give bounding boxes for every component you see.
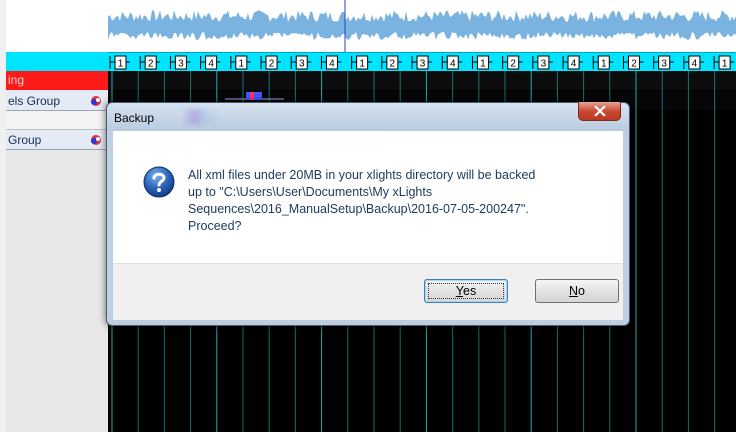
dialog-title: Backup — [114, 111, 155, 125]
dialog-message: All xml files under 20MB in your xlights… — [188, 167, 536, 235]
timing-mark-label: 1 — [239, 59, 245, 70]
row-headings-panel: ing els Group Group — [6, 0, 108, 432]
timing-mark-label: 1 — [118, 59, 124, 70]
timing-mark-label: 4 — [450, 59, 456, 70]
timing-row-label[interactable]: ing — [6, 71, 108, 90]
window-edge — [0, 0, 6, 432]
effect-thumbnail-accent — [250, 92, 254, 100]
close-icon — [594, 106, 606, 116]
model-row-label: Group — [8, 133, 42, 147]
timing-mark-label: 2 — [390, 59, 396, 70]
timing-mark-label: 2 — [148, 59, 154, 70]
backup-dialog: Backup All xml files under 20MB in your … — [106, 102, 630, 326]
timing-mark-label: 3 — [299, 59, 305, 70]
waveform-shape — [108, 10, 736, 40]
timing-mark-label: 1 — [601, 59, 607, 70]
timing-mark-label: 4 — [692, 59, 698, 70]
timing-mark-label: 3 — [661, 59, 667, 70]
yes-mnemonic: Y — [455, 284, 463, 298]
timing-mark-label: 3 — [178, 59, 184, 70]
dialog-titlebar[interactable]: Backup — [107, 102, 629, 131]
timing-mark-label: 3 — [541, 59, 547, 70]
model-color-icon[interactable] — [90, 95, 102, 107]
question-icon — [143, 166, 175, 198]
model-color-icon[interactable] — [90, 134, 102, 146]
timing-header-row — [6, 52, 108, 71]
grid-row-shade — [108, 71, 736, 90]
model-row-group-2[interactable]: Group — [6, 130, 108, 150]
message-line: up to "C:\Users\User\Documents\My xLight… — [188, 185, 433, 199]
timing-mark-label: 2 — [510, 59, 516, 70]
timing-marks: 1 2 3 4 1 2 3 4 1 2 3 4 1 2 3 4 1 2 3 4 1 — [109, 55, 735, 70]
message-line: Proceed? — [188, 219, 242, 233]
dialog-footer: Yes No — [113, 263, 623, 320]
audio-waveform[interactable] — [108, 0, 736, 52]
timing-mark-label: 4 — [329, 59, 335, 70]
row-panel-empty — [6, 150, 108, 432]
no-button[interactable]: No — [535, 279, 619, 303]
timing-mark-label: 2 — [269, 59, 275, 70]
dialog-content: All xml files under 20MB in your xlights… — [113, 131, 623, 263]
row-header-blank — [6, 0, 108, 52]
timing-track[interactable]: 1 2 3 4 1 2 3 4 1 2 3 4 1 2 3 4 1 2 3 4 1 — [108, 52, 736, 71]
no-mnemonic: N — [569, 284, 579, 298]
yes-button[interactable]: Yes — [424, 279, 508, 303]
no-label-rest: o — [578, 284, 585, 298]
timing-mark-label: 1 — [722, 59, 728, 70]
waveform-graphic — [108, 0, 736, 52]
timing-mark-label: 3 — [420, 59, 426, 70]
model-row-blank — [6, 111, 108, 130]
timing-mark-label: 4 — [571, 59, 577, 70]
timing-mark-label: 1 — [480, 59, 486, 70]
titlebar-glint — [181, 109, 221, 125]
message-line: Sequences\2016_ManualSetup\Backup\2016-0… — [188, 202, 529, 216]
model-row-label: els Group — [8, 94, 61, 108]
close-button[interactable] — [578, 102, 621, 121]
yes-label-rest: es — [463, 284, 477, 298]
timing-mark-label: 2 — [631, 59, 637, 70]
model-row-group-1[interactable]: els Group — [6, 91, 108, 111]
timing-mark-label: 1 — [359, 59, 365, 70]
message-line: All xml files under 20MB in your xlights… — [188, 168, 536, 182]
timing-mark-label: 4 — [208, 59, 214, 70]
